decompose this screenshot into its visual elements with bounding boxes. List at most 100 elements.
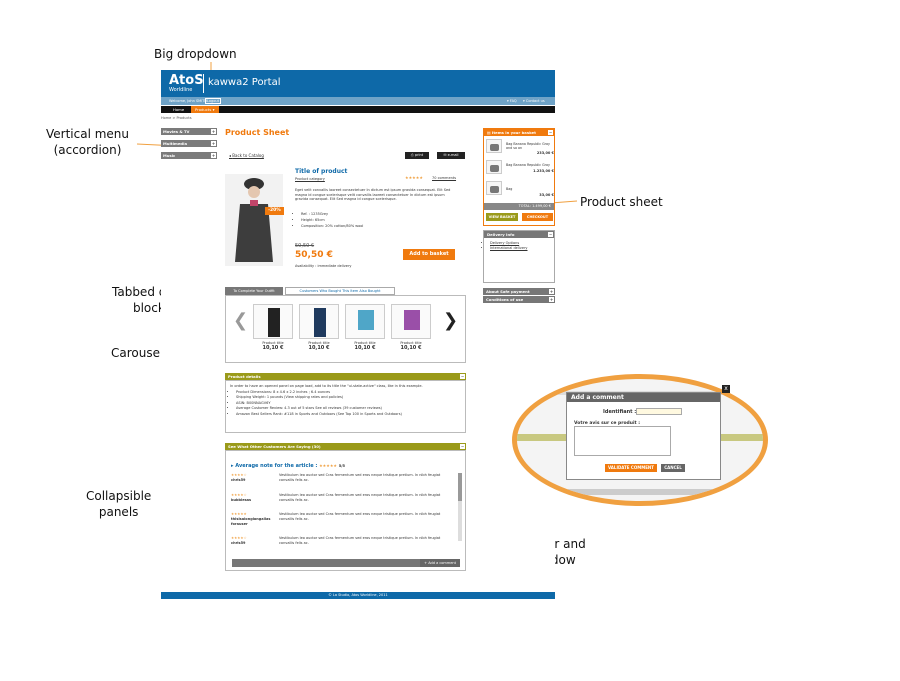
comments-link[interactable]: 70 comments bbox=[432, 176, 456, 180]
delivery-header[interactable]: Delivery Info − bbox=[484, 231, 554, 238]
reviews-scrollbar[interactable] bbox=[458, 473, 462, 541]
nav-home[interactable]: Home bbox=[169, 106, 188, 113]
logout-link[interactable]: Logout bbox=[205, 98, 221, 104]
rating-stars: ★★★★★ bbox=[405, 175, 423, 180]
delivery-link[interactable]: International delivery bbox=[490, 246, 528, 251]
back-to-catalog-link[interactable]: ◂ Back to Catalog bbox=[229, 153, 264, 158]
availability-text: Availability : immediate delivery bbox=[295, 264, 352, 268]
annotation-product-sheet: Product sheet bbox=[580, 195, 663, 209]
faq-link[interactable]: ▾ FAQ bbox=[507, 99, 517, 103]
collapse-icon: − bbox=[548, 130, 553, 135]
print-label: print bbox=[414, 153, 424, 157]
review-stars: ★★★★☆ bbox=[231, 536, 247, 540]
cancel-button[interactable]: CANCEL bbox=[661, 464, 685, 472]
collapse-icon: − bbox=[548, 232, 553, 237]
review-text: Vestibulum leo auctor sed Cras fermentum… bbox=[279, 512, 441, 521]
carousel-item-caption: Product title 10,10 € bbox=[345, 341, 385, 351]
product-details-header[interactable]: Product details − bbox=[225, 373, 466, 380]
back-label: Back to Catalog bbox=[232, 153, 264, 158]
product-image bbox=[225, 174, 283, 266]
carousel-item-image[interactable] bbox=[253, 304, 293, 339]
side-panel-conditions[interactable]: Conditions of use + bbox=[483, 296, 555, 303]
validate-comment-button[interactable]: VALIDATE COMMENT bbox=[605, 464, 657, 472]
review-stars: ★★★★☆ bbox=[231, 493, 247, 497]
average-label: Average note for the article : bbox=[235, 463, 318, 469]
site-mockup: AtoS Worldline kawwa2 Portal Welcome, Jo… bbox=[161, 70, 555, 599]
accordion-label: Multimedia bbox=[163, 141, 188, 146]
expand-icon: + bbox=[549, 289, 554, 294]
side-panel-title: About Safe payment bbox=[486, 289, 530, 294]
carousel-item-price: 10,10 € bbox=[400, 345, 422, 351]
details-list: Product Dimensions: 8 x 4.6 x 2.2 inches… bbox=[230, 390, 461, 418]
product-description: Eget velit convallis laoreet consectetue… bbox=[295, 188, 451, 201]
average-note: ▸ Average note for the article : ★★★★★ 5… bbox=[231, 463, 345, 469]
user-bar: Welcome, John SMITH Logout ▾ FAQ ▾ Conta… bbox=[161, 97, 555, 105]
basket-item-image bbox=[486, 139, 502, 153]
logo-subtitle: Worldline bbox=[169, 87, 193, 93]
breadcrumb[interactable]: Home > Products bbox=[161, 116, 192, 120]
tab-also-bought[interactable]: Customers Who Bought This Item Also Boug… bbox=[285, 287, 395, 295]
expand-icon: + bbox=[211, 129, 216, 134]
add-to-basket-button[interactable]: Add to basket bbox=[403, 249, 455, 260]
expand-icon: + bbox=[211, 141, 216, 146]
identifier-input[interactable] bbox=[636, 408, 682, 415]
reviews-header[interactable]: See What Other Customers Are Saying (30)… bbox=[225, 443, 466, 450]
checkout-button[interactable]: CHECKOUT bbox=[522, 213, 553, 221]
carousel-item-image[interactable] bbox=[345, 304, 385, 339]
nav-products-dropdown[interactable]: Products ▾ bbox=[191, 106, 219, 113]
contact-link[interactable]: ▾ Contact us bbox=[523, 99, 545, 103]
accordion-item-multimedia[interactable]: Multimedia + bbox=[161, 140, 217, 147]
side-panel-safe-payment[interactable]: About Safe payment + bbox=[483, 288, 555, 295]
annotation-line: panels bbox=[98, 505, 139, 519]
comment-textarea[interactable] bbox=[574, 426, 671, 456]
review-user: thisisalonglongalias forauser bbox=[231, 517, 271, 526]
product-attributes: Ref. : 1235Grey Height: 65cm Composition… bbox=[301, 211, 363, 229]
discount-badge: -20% bbox=[265, 207, 284, 215]
carousel-item-image[interactable] bbox=[391, 304, 431, 339]
review-user: bubblesas bbox=[231, 498, 252, 502]
product-details-body: In order to have an opened panel on page… bbox=[225, 380, 466, 433]
footer: © La Studio, Atos Worldline, 2011 bbox=[161, 592, 555, 599]
attribute-composition: Composition: 20% cotton/80% wool bbox=[301, 223, 363, 229]
accordion-item-music[interactable]: Music + bbox=[161, 152, 217, 159]
basket-item-price: 33,00 € bbox=[539, 193, 554, 197]
modal-header: Add a comment bbox=[567, 393, 720, 402]
basket-item-name[interactable]: Bag Banana Republic Gray bbox=[506, 163, 554, 167]
carousel-prev-icon[interactable]: ❮ bbox=[233, 310, 248, 331]
view-basket-button[interactable]: VIEW BASKET bbox=[486, 213, 518, 221]
panel-title: See What Other Customers Are Saying (30) bbox=[228, 444, 321, 449]
carousel-next-icon[interactable]: ❯ bbox=[443, 310, 458, 331]
reviews-footer-bar: + Add a comment bbox=[232, 559, 460, 567]
accordion-label: Music bbox=[163, 153, 176, 158]
basket-item-price: 233,00 € bbox=[536, 151, 554, 155]
basket-total: TOTAL: 1.499,00 € bbox=[484, 203, 554, 210]
close-icon[interactable]: x bbox=[722, 385, 730, 393]
basket-item-name[interactable]: Bag bbox=[506, 187, 554, 191]
header-banner: AtoS Worldline kawwa2 Portal bbox=[161, 70, 555, 97]
product-category-link[interactable]: Product category bbox=[295, 177, 325, 181]
logo-divider bbox=[203, 74, 204, 93]
scrollbar-thumb[interactable] bbox=[458, 473, 462, 501]
basket-item-image bbox=[486, 181, 502, 195]
tab-complete-outfit[interactable]: To Complete Your Outfit bbox=[225, 287, 283, 295]
review-stars: ★★★★☆ bbox=[231, 473, 247, 477]
annotation-carousel: Carousel bbox=[111, 346, 164, 360]
bag-icon bbox=[490, 144, 499, 151]
carousel-item-image[interactable] bbox=[299, 304, 339, 339]
annotation-big-dropdown: Big dropdown bbox=[154, 47, 237, 61]
expand-icon: + bbox=[211, 153, 216, 158]
basket-item-name[interactable]: Bag Banana Republic Gray and so on bbox=[506, 142, 554, 150]
collapse-icon: − bbox=[460, 444, 465, 449]
panel-title: Product details bbox=[228, 374, 261, 379]
accordion-item-movies[interactable]: Movies & TV + bbox=[161, 128, 217, 135]
annotation-vertical-menu: Vertical menu (accordion) bbox=[46, 126, 129, 158]
print-button[interactable]: ⎙ print bbox=[405, 152, 429, 159]
add-comment-modal: Add a comment Identifiant : Votre avis s… bbox=[566, 392, 721, 480]
annotation-line: Vertical menu bbox=[46, 127, 130, 141]
basket-header[interactable]: ▤ Items in your basket − bbox=[484, 129, 554, 136]
product-thumbnail bbox=[268, 308, 280, 337]
add-comment-button[interactable]: + Add a comment bbox=[420, 559, 460, 567]
delivery-widget: Delivery Info − Delivery Options Internat… bbox=[483, 230, 555, 283]
annotation-line: Collapsible bbox=[86, 489, 152, 503]
email-button[interactable]: ✉ e-mail bbox=[437, 152, 465, 159]
